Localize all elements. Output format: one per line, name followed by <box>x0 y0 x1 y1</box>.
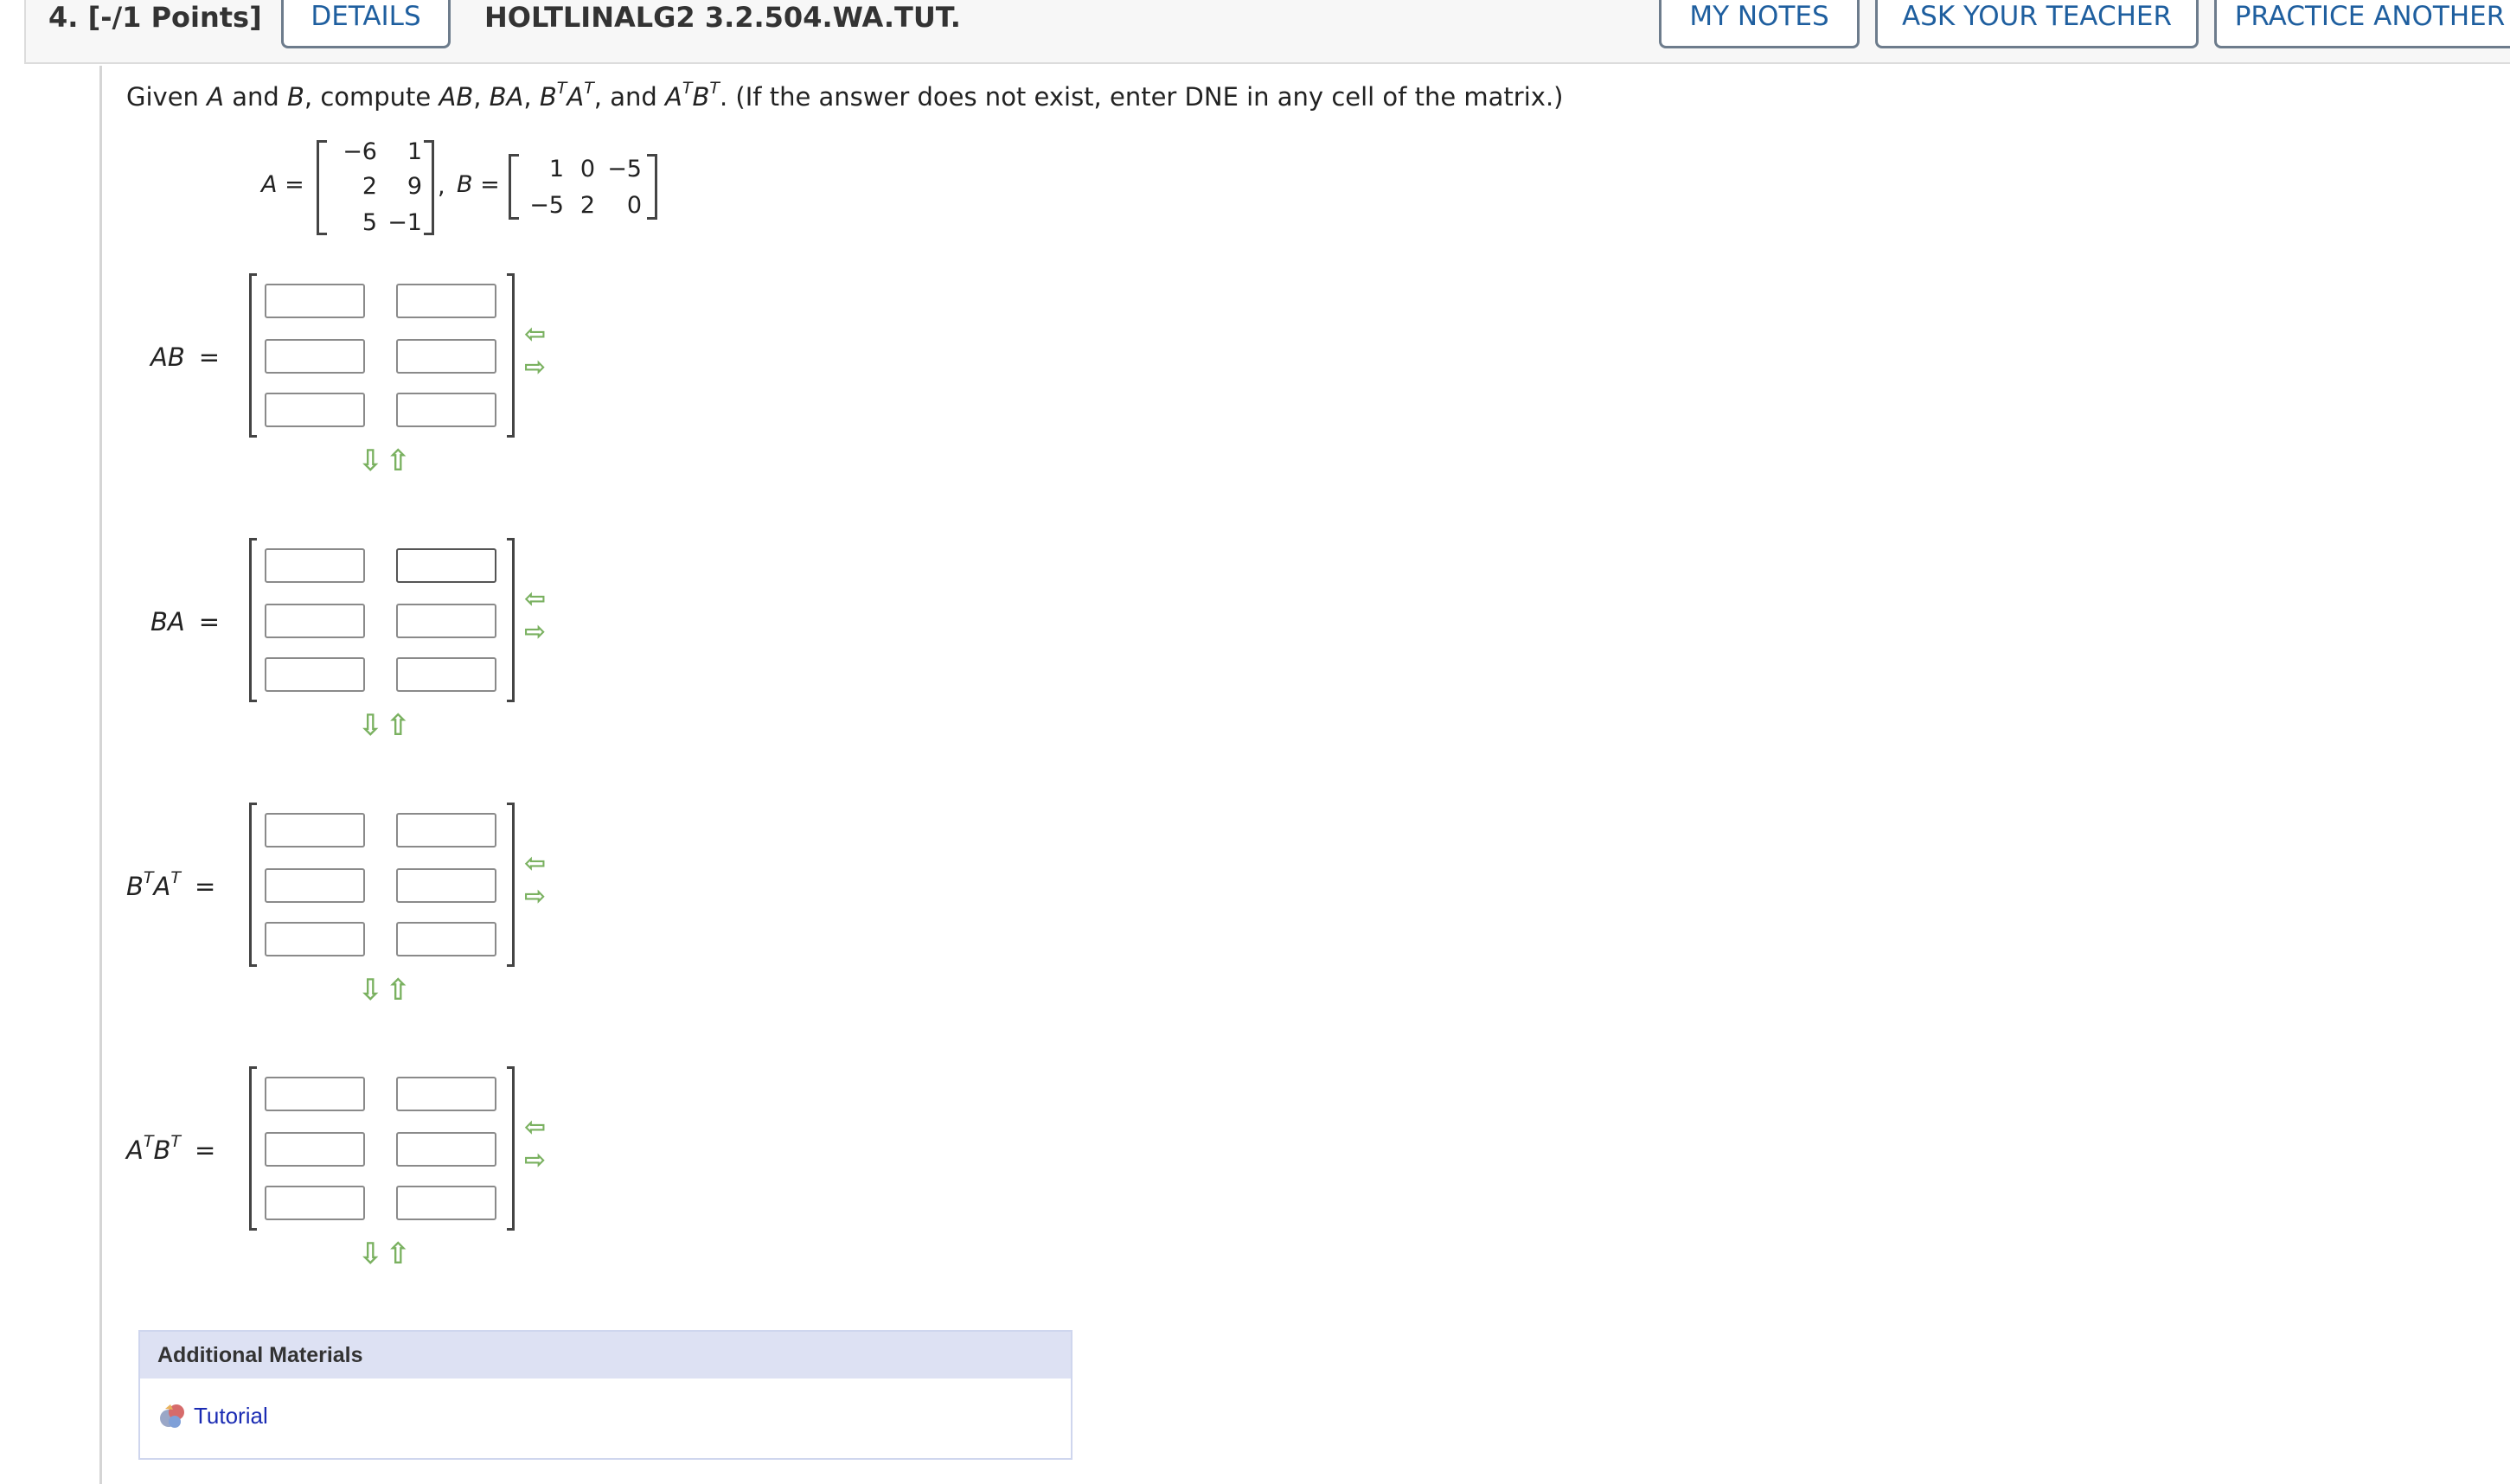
answer-cell-at-bt[interactable] <box>396 1132 496 1167</box>
remove-column-arrow-icon[interactable]: ⇦ <box>524 1115 546 1141</box>
answer-left-bracket <box>249 1066 257 1231</box>
question-id: HOLTLINALG2 3.2.504.WA.TUT. <box>484 1 961 34</box>
add-column-arrow-icon[interactable]: ⇨ <box>524 355 546 381</box>
matrix-b-entry: 2 <box>579 192 595 219</box>
remove-column-arrow-icon[interactable]: ⇦ <box>524 322 546 348</box>
answer-cell-ab[interactable] <box>396 339 496 374</box>
matrix-a-entry: 5 <box>362 209 377 236</box>
answer-cell-ba[interactable] <box>265 604 365 638</box>
additional-materials-heading: Additional Materials <box>140 1332 1071 1378</box>
tutorial-link[interactable]: Tutorial <box>194 1403 268 1430</box>
answer-right-bracket <box>507 1066 515 1231</box>
answer-label-at-bt: ATBT = <box>126 1132 216 1166</box>
matrix-a-entry: −6 <box>343 138 377 165</box>
add-column-arrow-icon[interactable]: ⇨ <box>524 884 546 910</box>
answer-cell-bt-at[interactable] <box>396 813 496 848</box>
remove-row-arrow-icon[interactable]: ⇧ <box>386 446 411 476</box>
answer-label-ab: AB = <box>150 342 221 372</box>
question-points: 4. [-/1 Points] <box>48 1 262 34</box>
remove-row-arrow-icon[interactable]: ⇧ <box>386 1239 411 1269</box>
answer-cell-ba[interactable] <box>265 548 365 583</box>
answer-left-bracket <box>249 273 257 438</box>
answer-cell-ab[interactable] <box>265 339 365 374</box>
answer-left-bracket <box>249 803 257 967</box>
matrix-a-entry: 9 <box>407 173 422 200</box>
add-column-arrow-icon[interactable]: ⇨ <box>524 1148 546 1174</box>
add-row-arrow-icon[interactable]: ⇩ <box>358 975 383 1005</box>
answer-label-bt-at: BTAT = <box>126 868 216 902</box>
additional-materials-panel: Additional Materials Tutorial <box>138 1330 1073 1460</box>
answer-cell-ab[interactable] <box>396 393 496 427</box>
matrix-b-entry: −5 <box>607 156 642 182</box>
practice-another-button[interactable]: PRACTICE ANOTHER <box>2214 0 2510 48</box>
answer-cell-at-bt[interactable] <box>396 1077 496 1111</box>
answer-cell-bt-at[interactable] <box>265 868 365 903</box>
remove-row-arrow-icon[interactable]: ⇧ <box>386 975 411 1005</box>
answer-cell-bt-at[interactable] <box>265 813 365 848</box>
answer-cell-ab[interactable] <box>265 393 365 427</box>
matrix-separator: , <box>438 173 445 200</box>
matrix-a-label: A = <box>261 171 304 198</box>
details-button[interactable]: DETAILS <box>281 0 451 48</box>
left-rule <box>99 66 102 1484</box>
answer-cell-ba[interactable] <box>396 657 496 692</box>
answer-left-bracket <box>249 538 257 702</box>
remove-column-arrow-icon[interactable]: ⇦ <box>524 586 546 612</box>
matrix-b-label: B = <box>457 171 500 198</box>
remove-column-arrow-icon[interactable]: ⇦ <box>524 851 546 877</box>
matrix-a-entry: 2 <box>362 173 377 200</box>
matrix-a-right-bracket <box>424 140 434 235</box>
answer-cell-at-bt[interactable] <box>396 1186 496 1220</box>
answer-cell-bt-at[interactable] <box>265 922 365 956</box>
add-column-arrow-icon[interactable]: ⇨ <box>524 619 546 645</box>
answer-right-bracket <box>507 803 515 967</box>
answer-cell-at-bt[interactable] <box>265 1186 365 1220</box>
question-text: Given A and B, compute AB, BA, BTAT, and… <box>126 79 1564 112</box>
matrix-a-entry: 1 <box>407 138 422 165</box>
matrix-b-right-bracket <box>647 154 657 220</box>
answer-label-ba: BA = <box>150 607 221 636</box>
ask-your-teacher-button[interactable]: ASK YOUR TEACHER <box>1875 0 2199 48</box>
answer-cell-ba[interactable] <box>396 548 496 583</box>
answer-cell-bt-at[interactable] <box>396 868 496 903</box>
matrix-b-entry: 0 <box>626 192 642 219</box>
add-row-arrow-icon[interactable]: ⇩ <box>358 446 383 476</box>
answer-cell-ab[interactable] <box>396 284 496 318</box>
answer-cell-ba[interactable] <box>396 604 496 638</box>
add-row-arrow-icon[interactable]: ⇩ <box>358 1239 383 1269</box>
answer-cell-bt-at[interactable] <box>396 922 496 956</box>
answer-cell-ab[interactable] <box>265 284 365 318</box>
matrix-b-entry: 0 <box>579 156 595 182</box>
answer-right-bracket <box>507 538 515 702</box>
remove-row-arrow-icon[interactable]: ⇧ <box>386 711 411 740</box>
answer-cell-ba[interactable] <box>265 657 365 692</box>
answer-cell-at-bt[interactable] <box>265 1077 365 1111</box>
tutorial-icon[interactable] <box>157 1401 187 1430</box>
my-notes-button[interactable]: MY NOTES <box>1659 0 1860 48</box>
matrix-a-entry: −1 <box>387 209 422 236</box>
answer-cell-at-bt[interactable] <box>265 1132 365 1167</box>
add-row-arrow-icon[interactable]: ⇩ <box>358 711 383 740</box>
answer-right-bracket <box>507 273 515 438</box>
